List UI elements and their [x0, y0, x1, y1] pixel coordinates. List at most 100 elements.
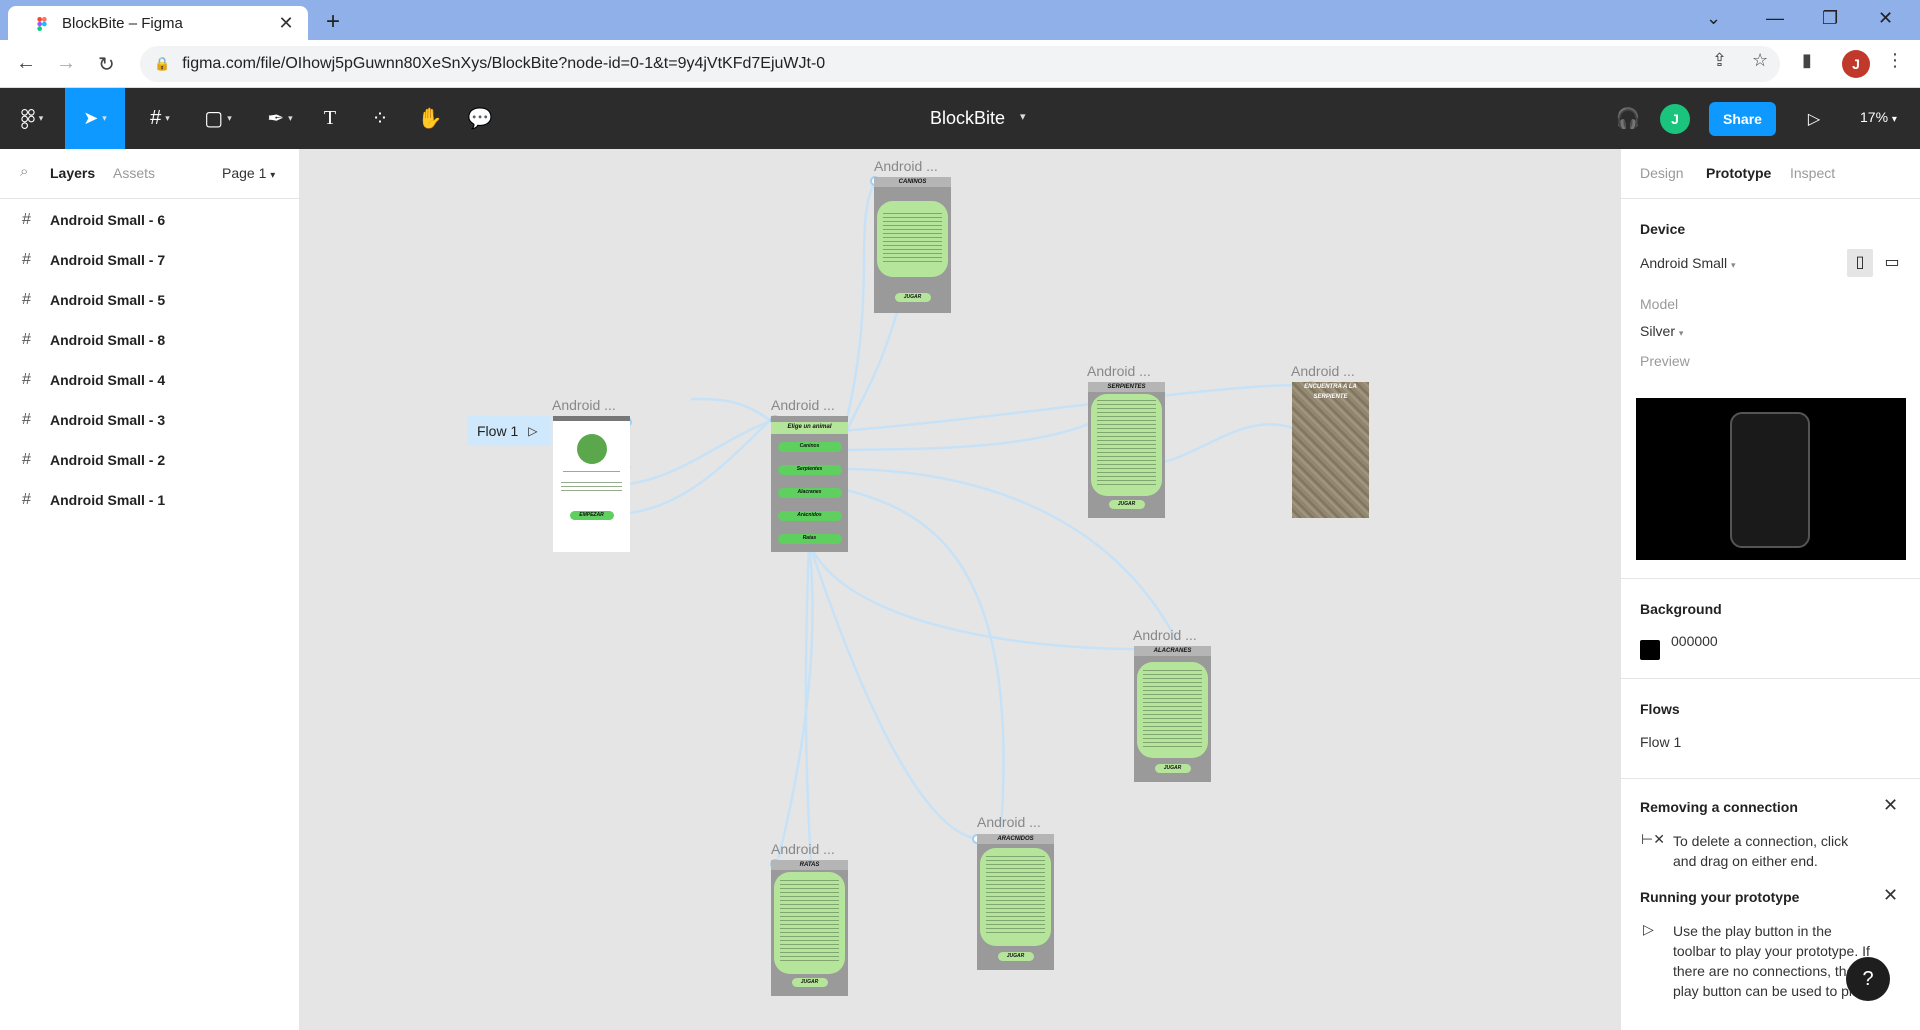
close-icon[interactable]: ✕ — [1883, 795, 1898, 816]
empezar-button[interactable]: EMPEZAR — [569, 511, 614, 520]
back-icon[interactable]: ← — [16, 52, 36, 75]
search-icon[interactable]: ⌕ — [20, 163, 28, 180]
close-window-icon[interactable]: ✕ — [1878, 8, 1893, 29]
jugar-button[interactable]: JUGAR — [997, 952, 1034, 961]
frame-start[interactable]: EMPEZAR — [553, 416, 630, 552]
reload-icon[interactable]: ↻ — [98, 52, 115, 77]
share-button[interactable]: Share — [1709, 102, 1776, 136]
jugar-button[interactable]: JUGAR — [1154, 764, 1191, 773]
new-tab-icon[interactable]: + — [326, 8, 340, 36]
frame-label[interactable]: Android ... — [874, 158, 938, 174]
app-logo — [577, 434, 607, 464]
figma-logo-icon — [37, 17, 47, 31]
frame-label[interactable]: Android ... — [977, 814, 1041, 830]
frame-label[interactable]: Android ... — [771, 397, 835, 413]
layer-item[interactable]: # Android Small - 1 — [0, 480, 300, 520]
portrait-icon[interactable]: ▯ — [1847, 249, 1873, 277]
play-icon: ▷ — [1643, 921, 1654, 937]
phone-mockup — [1730, 412, 1810, 548]
forward-icon[interactable]: → — [56, 52, 76, 75]
model-select[interactable]: Silver ▾ — [1640, 323, 1683, 339]
minimize-icon[interactable]: — — [1766, 8, 1784, 29]
file-title[interactable]: BlockBite — [930, 108, 1005, 129]
tab-inspect[interactable]: Inspect — [1790, 165, 1835, 181]
frame-label[interactable]: Android ... — [1133, 627, 1197, 643]
main-menu-button[interactable]: ▾ — [10, 88, 54, 149]
background-swatch[interactable] — [1640, 640, 1660, 660]
restore-icon[interactable]: ❐ — [1822, 8, 1838, 29]
frame-alacranes[interactable]: ALACRANES JUGAR — [1134, 646, 1211, 782]
close-tab-icon[interactable]: ✕ — [276, 13, 296, 34]
sidebar-icon[interactable]: ▮ — [1802, 50, 1812, 71]
frame-ratas[interactable]: RATAS JUGAR — [771, 860, 848, 996]
layer-item[interactable]: # Android Small - 2 — [0, 440, 300, 480]
frame-label[interactable]: Android ... — [771, 841, 835, 857]
frame-caninos[interactable]: CANINOS JUGAR — [874, 177, 951, 313]
menu-item[interactable]: Ratas — [777, 534, 842, 544]
layer-item[interactable]: # Android Small - 5 — [0, 280, 300, 320]
frame-menu[interactable]: Elige un animal Caninos Serpientes Alacr… — [771, 416, 848, 552]
menu-item[interactable]: Serpientes — [777, 465, 842, 475]
background-value[interactable]: 000000 — [1671, 633, 1718, 649]
bookmark-star-icon[interactable]: ☆ — [1752, 50, 1768, 71]
chevron-down-icon[interactable]: ▾ — [1020, 110, 1026, 123]
move-tool-button[interactable]: ➤ ▾ — [65, 88, 125, 149]
page-selector[interactable]: Page 1 ▾ — [222, 165, 275, 181]
jugar-button[interactable]: JUGAR — [791, 978, 828, 987]
menu-item[interactable]: Alacranes — [777, 488, 842, 498]
shape-tool-button[interactable]: ▢ ▾ — [194, 88, 242, 149]
help-button[interactable]: ? — [1846, 957, 1890, 1001]
tab-search-icon[interactable]: ⌄ — [1706, 8, 1721, 29]
device-heading: Device — [1640, 221, 1686, 237]
components-icon: ⁘ — [371, 108, 389, 130]
frame-label[interactable]: Android ... — [1087, 363, 1151, 379]
layer-label: Android Small - 5 — [50, 292, 166, 308]
pen-tool-button[interactable]: ✒ ▾ — [256, 88, 304, 149]
tab-assets[interactable]: Assets — [113, 165, 155, 181]
flows-heading: Flows — [1640, 701, 1680, 717]
layer-item[interactable]: # Android Small - 3 — [0, 400, 300, 440]
frame-tool-button[interactable]: # ▾ — [136, 88, 184, 149]
frame-title: SERPIENTES — [1088, 382, 1165, 392]
user-avatar[interactable]: J — [1660, 104, 1690, 134]
frame-icon: # — [22, 251, 31, 268]
jugar-button[interactable]: JUGAR — [1108, 500, 1145, 509]
layer-item[interactable]: # Android Small - 7 — [0, 240, 300, 280]
audio-button[interactable]: 🎧 — [1610, 88, 1646, 149]
text-tool-button[interactable]: T — [312, 88, 348, 149]
menu-item[interactable]: Caninos — [777, 442, 842, 452]
layer-item[interactable]: # Android Small - 6 — [0, 200, 300, 240]
frame-serpientes[interactable]: SERPIENTES JUGAR — [1088, 382, 1165, 518]
flow-item[interactable]: Flow 1 — [1640, 734, 1681, 750]
tab-layers[interactable]: Layers — [50, 165, 95, 181]
menu-item[interactable]: Arácnidos — [777, 511, 842, 521]
layer-item[interactable]: # Android Small - 8 — [0, 320, 300, 360]
zoom-menu[interactable]: 17% ▾ — [1860, 109, 1897, 125]
browser-tab[interactable]: BlockBite – Figma ✕ — [8, 6, 308, 40]
jugar-button[interactable]: JUGAR — [894, 293, 931, 302]
layer-item[interactable]: # Android Small - 4 — [0, 360, 300, 400]
resources-button[interactable]: ⁘ — [362, 88, 398, 149]
tab-design[interactable]: Design — [1640, 165, 1684, 181]
profile-avatar[interactable]: J — [1842, 50, 1870, 78]
present-button[interactable]: ▷ — [1796, 88, 1832, 149]
headphones-icon: 🎧 — [1615, 108, 1641, 130]
hand-tool-button[interactable]: ✋ — [412, 88, 448, 149]
share-page-icon[interactable]: ⇪ — [1712, 50, 1727, 71]
frame-label[interactable]: Android ... — [1291, 363, 1355, 379]
landscape-icon[interactable]: ▭ — [1879, 249, 1905, 277]
close-icon[interactable]: ✕ — [1883, 885, 1898, 906]
frame-label[interactable]: Android ... — [552, 397, 616, 413]
flow-starting-point[interactable]: Flow 1 ▷ — [467, 416, 551, 446]
url-field[interactable]: 🔒 figma.com/file/OIhowj5pGuwnn80XeSnXys/… — [140, 46, 1780, 82]
frame-find-snake[interactable]: ENCUENTRA A LA SERPIENTE — [1292, 382, 1369, 518]
frame-aracnidos[interactable]: ARACNIDOS JUGAR — [977, 834, 1054, 970]
browser-menu-icon[interactable]: ⋮ — [1886, 50, 1904, 71]
play-icon[interactable]: ▷ — [528, 424, 537, 438]
background-section: Background 000000 — [1621, 579, 1920, 679]
connection-line — [807, 542, 1140, 651]
device-select[interactable]: Android Small ▾ — [1640, 255, 1736, 271]
comment-tool-button[interactable]: 💬 — [462, 88, 498, 149]
design-canvas[interactable]: Flow 1 ▷ Android ... Android ... Android… — [301, 149, 1620, 1030]
tab-prototype[interactable]: Prototype — [1706, 165, 1771, 181]
